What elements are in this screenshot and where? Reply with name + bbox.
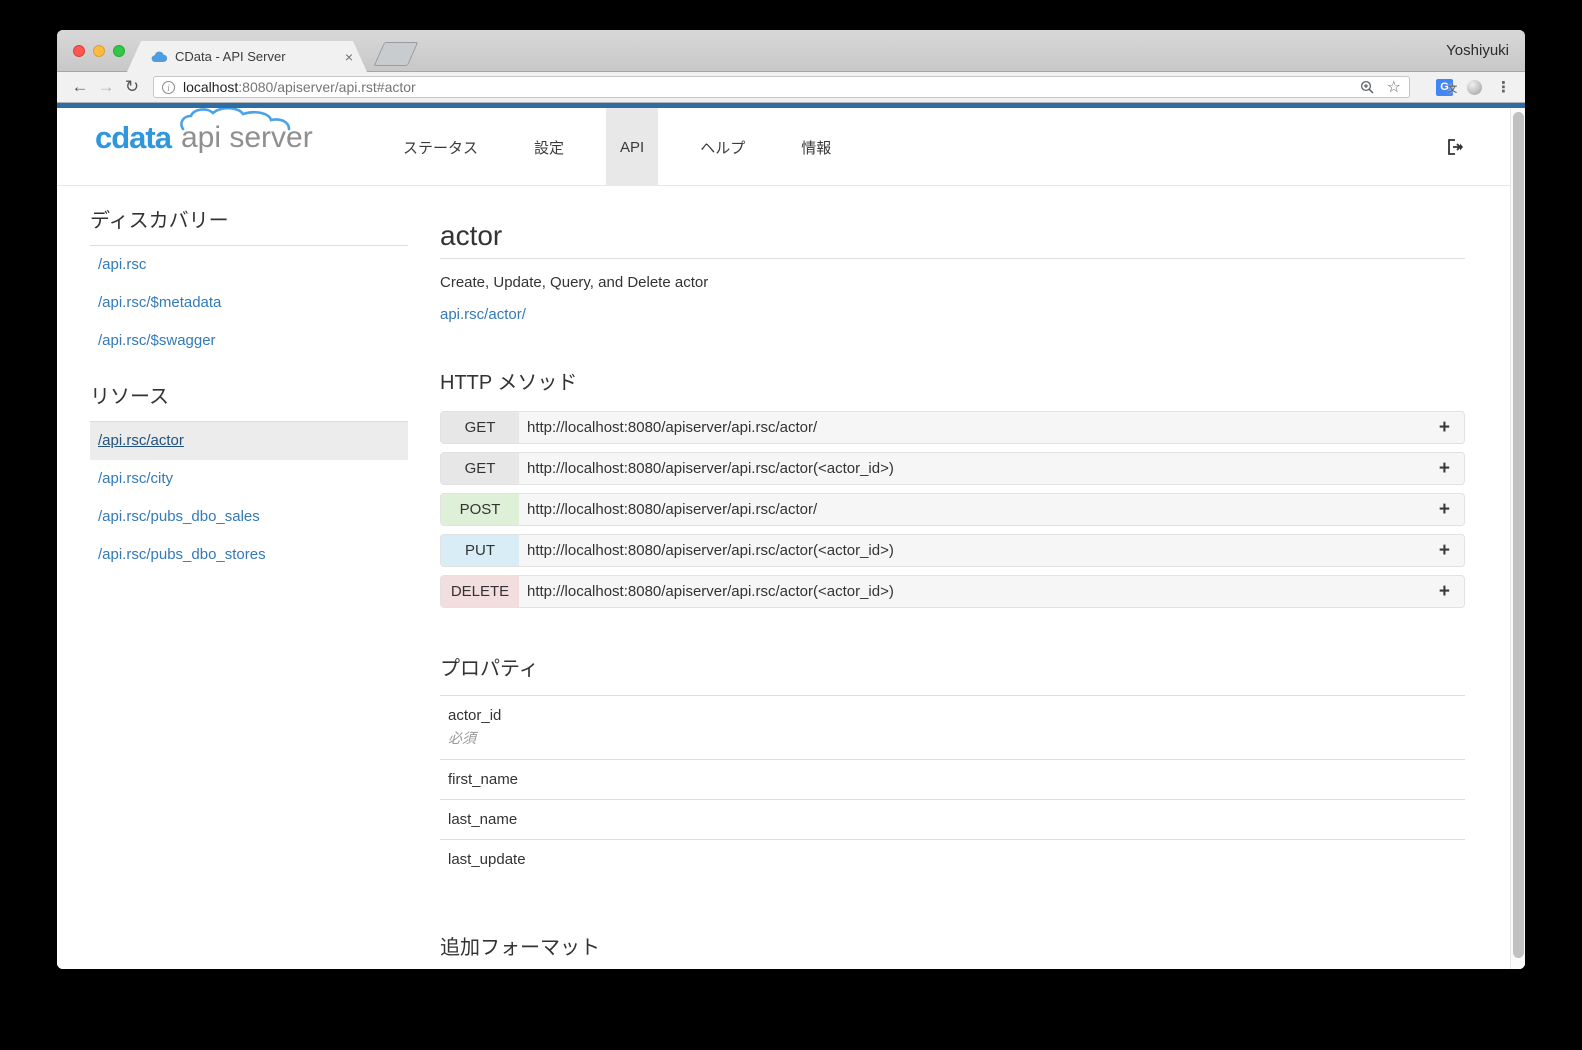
new-tab-button[interactable]: [373, 42, 419, 66]
properties-heading: プロパティ: [440, 652, 1465, 696]
page-info-icon[interactable]: i: [162, 80, 175, 94]
method-row-delete[interactable]: DELETE http://localhost:8080/apiserver/a…: [440, 575, 1465, 608]
property-name: last_update: [448, 851, 526, 868]
page-subtitle: Create, Update, Query, and Delete actor: [440, 274, 709, 291]
cdata-api-server-logo[interactable]: cdata api server: [95, 108, 313, 155]
url-host: localhost: [183, 79, 239, 95]
method-url: http://localhost:8080/apiserver/api.rsc/…: [527, 583, 894, 600]
zoom-window-button[interactable]: [113, 45, 125, 57]
discovery-heading: ディスカバリー: [90, 204, 408, 246]
url-text[interactable]: localhost:8080/apiserver/api.rst#actor: [183, 79, 1348, 95]
nav-item-info[interactable]: 情報: [787, 108, 845, 186]
sidebar-item-swagger[interactable]: /api.rsc/$swagger: [90, 322, 408, 360]
sidebar-item-pubs-dbo-sales[interactable]: /api.rsc/pubs_dbo_sales: [90, 498, 408, 536]
sidebar-link[interactable]: /api.rsc/city: [98, 470, 173, 487]
page-scrollbar[interactable]: [1510, 108, 1525, 969]
method-url: http://localhost:8080/apiserver/api.rsc/…: [527, 419, 818, 436]
sidebar-item-city[interactable]: /api.rsc/city: [90, 460, 408, 498]
resources-heading: リソース: [90, 380, 408, 422]
nav-item-api[interactable]: API: [606, 108, 659, 186]
http-method-list: GET http://localhost:8080/apiserver/api.…: [440, 411, 1465, 608]
bookmark-star-icon[interactable]: ☆: [1387, 77, 1401, 97]
extension-icon[interactable]: [1467, 79, 1482, 95]
method-url: http://localhost:8080/apiserver/api.rsc/…: [527, 460, 894, 477]
tab-close-icon[interactable]: ×: [345, 50, 353, 64]
titlebar: CData - API Server × Yoshiyuki: [57, 30, 1525, 72]
property-row-last-name: last_name: [440, 800, 1465, 840]
main-nav: ステータス 設定 API ヘルプ 情報: [375, 108, 859, 186]
method-row-put[interactable]: PUT http://localhost:8080/apiserver/api.…: [440, 534, 1465, 567]
property-row-first-name: first_name: [440, 760, 1465, 800]
browser-menu-icon[interactable]: ⋮: [1496, 78, 1511, 96]
method-verb-badge: DELETE: [441, 576, 519, 607]
property-name: last_name: [448, 811, 518, 828]
property-row-actor-id: actor_id 必須: [440, 696, 1465, 760]
expand-plus-icon[interactable]: +: [1439, 541, 1450, 560]
additional-formats-heading: 追加フォーマット: [440, 937, 600, 959]
expand-plus-icon[interactable]: +: [1439, 418, 1450, 437]
expand-plus-icon[interactable]: +: [1439, 459, 1450, 478]
method-verb-badge: GET: [441, 453, 519, 484]
sidebar-link[interactable]: /api.rsc/pubs_dbo_sales: [98, 508, 260, 525]
sidebar-link[interactable]: /api.rsc/$swagger: [98, 332, 216, 349]
property-name: first_name: [448, 771, 519, 788]
page-content: cdata api server ステータス 設定 API ヘルプ 情報 ディス…: [57, 108, 1525, 969]
discovery-list: /api.rsc /api.rsc/$metadata /api.rsc/$sw…: [90, 246, 408, 360]
nav-item-help[interactable]: ヘルプ: [686, 108, 759, 186]
method-url: http://localhost:8080/apiserver/api.rsc/…: [527, 501, 818, 518]
method-row-post[interactable]: POST http://localhost:8080/apiserver/api…: [440, 493, 1465, 526]
minimize-window-button[interactable]: [93, 45, 105, 57]
tab-title: CData - API Server: [175, 49, 286, 64]
page-title: actor: [440, 220, 1465, 259]
method-verb-badge: GET: [441, 412, 519, 443]
browser-toolbar: ← → ↻ i localhost:8080/apiserver/api.rst…: [57, 72, 1525, 103]
sidebar-item-pubs-dbo-stores[interactable]: /api.rsc/pubs_dbo_stores: [90, 536, 408, 574]
tab-favicon-cloud-icon: [151, 51, 167, 63]
method-verb-badge: PUT: [441, 535, 519, 566]
translate-moji-glyph: 文: [1447, 83, 1457, 94]
method-url: http://localhost:8080/apiserver/api.rsc/…: [527, 542, 894, 559]
nav-item-settings[interactable]: 設定: [520, 108, 578, 186]
translate-icon[interactable]: G 文: [1436, 78, 1457, 96]
browser-tab[interactable]: CData - API Server ×: [127, 41, 367, 72]
reload-button[interactable]: ↻: [119, 77, 145, 97]
http-methods-heading: HTTP メソッド: [440, 372, 578, 394]
address-bar[interactable]: i localhost:8080/apiserver/api.rst#actor…: [153, 76, 1410, 98]
sidebar-item-api-rsc[interactable]: /api.rsc: [90, 246, 408, 284]
method-verb-badge: POST: [441, 494, 519, 525]
url-path: :8080/apiserver/api.rst#actor: [238, 79, 416, 95]
sidebar-item-actor[interactable]: /api.rsc/actor: [90, 422, 408, 460]
zoom-level-icon[interactable]: [1360, 80, 1375, 95]
sidebar-link[interactable]: /api.rsc/pubs_dbo_stores: [98, 546, 266, 563]
method-row-get-item[interactable]: GET http://localhost:8080/apiserver/api.…: [440, 452, 1465, 485]
property-row-last-update: last_update: [440, 840, 1465, 879]
properties-list: actor_id 必須 first_name last_name last_up…: [440, 696, 1465, 879]
logo-cdata-text: cdata: [95, 120, 172, 155]
resources-list: /api.rsc/actor /api.rsc/city /api.rsc/pu…: [90, 422, 408, 574]
sidebar-link-selected[interactable]: /api.rsc/actor: [98, 432, 184, 449]
back-button[interactable]: ←: [67, 77, 93, 97]
close-window-button[interactable]: [73, 45, 85, 57]
browser-window: CData - API Server × Yoshiyuki ← → ↻ i l…: [57, 30, 1525, 969]
sidebar: ディスカバリー /api.rsc /api.rsc/$metadata /api…: [90, 204, 408, 594]
main-column: actor Create, Update, Query, and Delete …: [440, 204, 1465, 969]
method-row-get-collection[interactable]: GET http://localhost:8080/apiserver/api.…: [440, 411, 1465, 444]
sidebar-link[interactable]: /api.rsc: [98, 256, 146, 273]
nav-item-status[interactable]: ステータス: [389, 108, 492, 186]
property-name: actor_id: [448, 707, 502, 724]
site-header: cdata api server ステータス 設定 API ヘルプ 情報: [57, 108, 1525, 186]
resource-url-link[interactable]: api.rsc/actor/: [440, 306, 526, 323]
traffic-lights: [73, 45, 125, 57]
os-user-name: Yoshiyuki: [1446, 42, 1509, 59]
expand-plus-icon[interactable]: +: [1439, 500, 1450, 519]
forward-button[interactable]: →: [93, 77, 119, 97]
sidebar-link[interactable]: /api.rsc/$metadata: [98, 294, 221, 311]
logo-cloud-icon: [180, 108, 291, 131]
expand-plus-icon[interactable]: +: [1439, 582, 1450, 601]
property-required-note: 必須: [448, 730, 476, 746]
sidebar-item-metadata[interactable]: /api.rsc/$metadata: [90, 284, 408, 322]
logout-icon[interactable]: [1447, 139, 1464, 155]
scrollbar-thumb[interactable]: [1513, 112, 1524, 958]
